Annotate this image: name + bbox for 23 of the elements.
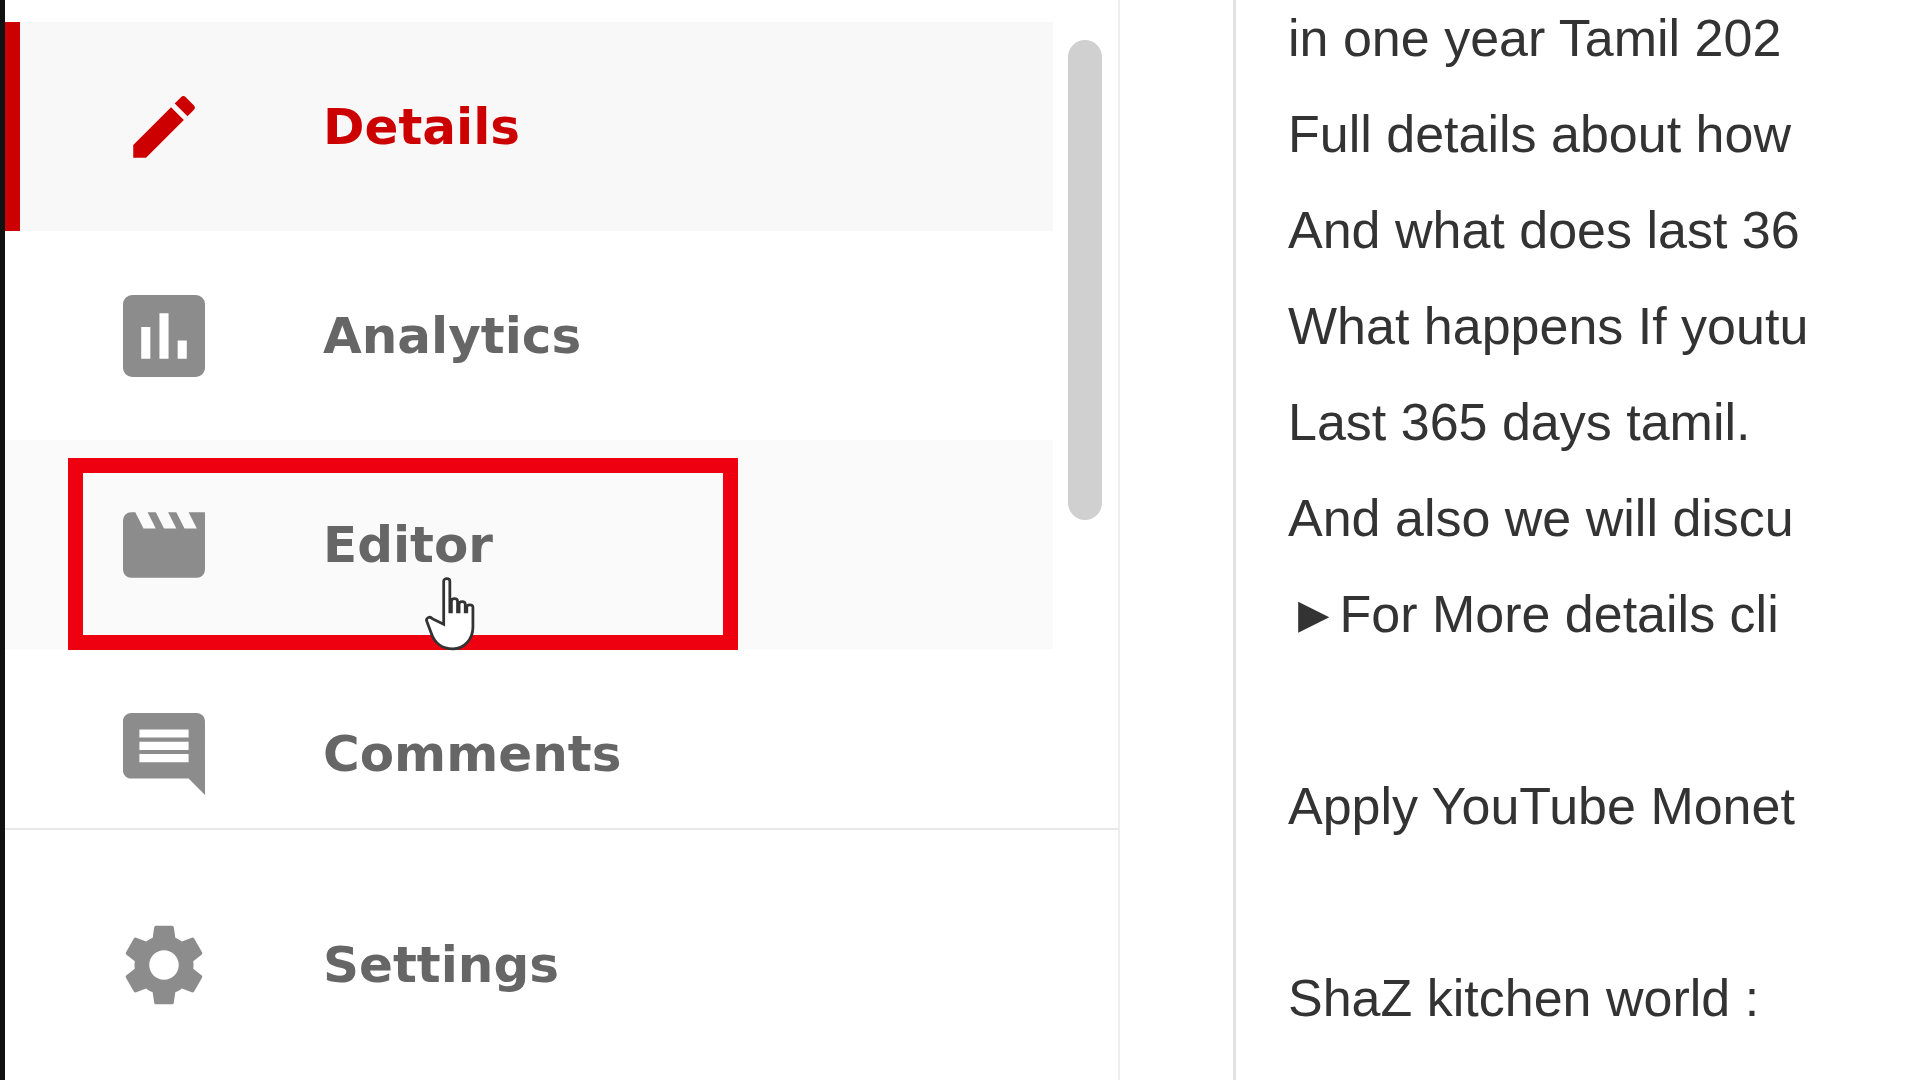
bar-chart-icon bbox=[123, 294, 205, 377]
nav-item[interactable]: Details bbox=[5, 22, 1053, 231]
description-line: ShaZ kitchen world : bbox=[1288, 968, 1761, 1029]
description-line: What happens If youtu bbox=[1288, 296, 1810, 357]
nav-label: Settings bbox=[323, 936, 559, 994]
nav-item[interactable]: Comments bbox=[5, 649, 1053, 858]
nav-item[interactable]: Analytics bbox=[5, 231, 1053, 440]
nav-label: Editor bbox=[323, 515, 493, 574]
settings-icon bbox=[123, 924, 205, 1006]
description-line: And also we will discu bbox=[1288, 488, 1795, 549]
nav-item[interactable]: Editor bbox=[5, 440, 1053, 649]
nav-label: Comments bbox=[323, 724, 622, 783]
description-line: ►For More details cli bbox=[1288, 584, 1780, 645]
nav-label: Details bbox=[323, 97, 521, 156]
comment-icon bbox=[123, 712, 205, 795]
description-line: Full details about how bbox=[1288, 104, 1792, 165]
description-line: And what does last 36 bbox=[1288, 200, 1801, 261]
nav-label: Analytics bbox=[323, 306, 582, 365]
description-line: Last 365 days tamil. bbox=[1288, 392, 1752, 453]
description-line: Apply YouTube Monet bbox=[1288, 776, 1796, 837]
description-line: in one year Tamil 202 bbox=[1288, 8, 1783, 69]
nav-item[interactable]: Settings bbox=[5, 870, 1053, 1060]
scrollbar-thumb[interactable] bbox=[1068, 40, 1102, 520]
